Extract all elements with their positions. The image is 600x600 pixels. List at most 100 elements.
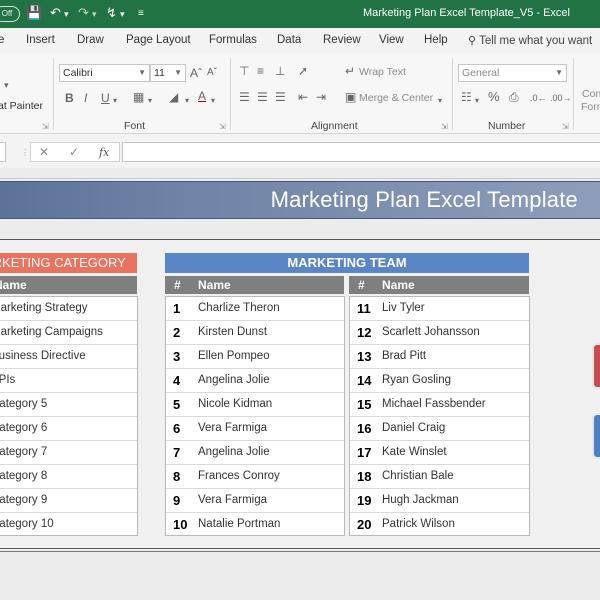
team-row[interactable]: 1 Charlize Theron [166, 297, 344, 321]
cancel-icon[interactable]: ✕ [39, 145, 49, 159]
increase-decimal-icon[interactable]: .0← [530, 91, 547, 105]
tell-me-search[interactable]: ⚲ Tell me what you want [468, 34, 592, 47]
number-format-select[interactable]: General ▼ [458, 64, 567, 82]
merge-dropdown-icon[interactable]: ▾ [438, 94, 442, 108]
insert-function-icon[interactable]: fx [99, 146, 109, 159]
bold-icon[interactable]: B [65, 91, 74, 105]
undo-icon[interactable]: ↶ [50, 5, 61, 21]
team-row[interactable]: 7 Angelina Jolie [166, 441, 344, 465]
team-row[interactable]: 9 Vera Farmiga [166, 489, 344, 513]
comma-style-icon[interactable]: ⎙ [509, 90, 519, 104]
team-row[interactable]: 6 Vera Farmiga [166, 417, 344, 441]
conditional-formatting-button[interactable]: Con [582, 88, 600, 100]
team-row[interactable]: 8 Frances Conroy [166, 465, 344, 489]
align-top-icon[interactable]: ⊤ [239, 64, 249, 78]
touch-mode-icon[interactable]: ↯ [106, 5, 117, 21]
category-row[interactable]: KPIs [0, 369, 137, 393]
team-row[interactable]: 3 Ellen Pompeo [166, 345, 344, 369]
font-name-select[interactable]: Calibri ▼ [59, 64, 150, 82]
team-row[interactable]: 10 Natalie Portman [166, 513, 344, 537]
alignment-launcher-icon[interactable]: ⇲ [441, 122, 448, 131]
tab-formulas[interactable]: Formulas [209, 34, 257, 46]
category-row[interactable]: Category 6 [0, 417, 137, 441]
tab-data[interactable]: Data [277, 34, 301, 46]
accounting-dropdown-icon[interactable]: ▾ [475, 94, 479, 108]
customize-toolbar-icon[interactable]: ≡ [138, 8, 144, 19]
align-right-icon[interactable]: ☰ [275, 90, 286, 104]
category-row[interactable]: Marketing Campaigns [0, 321, 137, 345]
tab-draw[interactable]: Draw [77, 34, 104, 46]
align-bottom-icon[interactable]: ⊥ [275, 64, 285, 78]
tab-view[interactable]: View [379, 34, 404, 46]
increase-font-icon[interactable]: Aˆ [190, 66, 202, 80]
font-launcher-icon[interactable]: ⇲ [219, 122, 226, 131]
tab-insert[interactable]: Insert [26, 34, 55, 46]
borders-dropdown-icon[interactable]: ▾ [148, 94, 152, 108]
team-row[interactable]: 13 Brad Pitt [350, 345, 529, 369]
percent-icon[interactable]: % [488, 90, 500, 104]
redo-dropdown-icon[interactable]: ▾ [92, 9, 97, 20]
tab-help[interactable]: Help [424, 34, 448, 46]
category-row[interactable]: Marketing Strategy [0, 297, 137, 321]
touch-mode-dropdown-icon[interactable]: ▾ [120, 9, 125, 20]
team-row[interactable]: 2 Kirsten Dunst [166, 321, 344, 345]
team-row[interactable]: 12 Scarlett Johansson [350, 321, 529, 345]
team-member-number: 18 [357, 469, 372, 484]
save-icon[interactable]: 💾 [26, 5, 42, 21]
align-middle-icon[interactable]: ≡ [257, 64, 264, 78]
tab-home[interactable]: e [0, 34, 4, 46]
font-size-select[interactable]: 11 ▼ [150, 64, 186, 82]
formula-input[interactable] [122, 142, 600, 162]
team-row[interactable]: 5 Nicole Kidman [166, 393, 344, 417]
font-color-icon[interactable]: A [198, 89, 206, 103]
increase-indent-icon[interactable]: ⇥ [316, 90, 326, 104]
category-row[interactable]: Category 10 [0, 513, 137, 537]
merge-center-button[interactable]: Merge & Center [359, 92, 433, 104]
tab-page-layout[interactable]: Page Layout [126, 34, 191, 46]
team-row[interactable]: 19 Hugh Jackman [350, 489, 529, 513]
wrap-text-icon[interactable]: ↵ [345, 64, 355, 78]
team-row[interactable]: 4 Angelina Jolie [166, 369, 344, 393]
merge-icon[interactable]: ▣ [345, 90, 356, 104]
navigation-tab-red[interactable] [592, 343, 600, 389]
wrap-text-button[interactable]: Wrap Text [359, 66, 406, 78]
team-row[interactable]: 17 Kate Winslet [350, 441, 529, 465]
autosave-toggle[interactable]: Off [0, 6, 20, 22]
decrease-font-icon[interactable]: Aˇ [207, 66, 217, 80]
accounting-format-icon[interactable]: ☷ [461, 90, 472, 104]
team-row[interactable]: 18 Christian Bale [350, 465, 529, 489]
name-box[interactable] [0, 142, 6, 162]
team-row[interactable]: 20 Patrick Wilson [350, 513, 529, 537]
fill-color-icon[interactable]: ◢ [169, 90, 178, 104]
team-row[interactable]: 16 Daniel Craig [350, 417, 529, 441]
orientation-icon[interactable]: ➚ [298, 64, 308, 78]
italic-icon[interactable]: I [84, 91, 87, 105]
redo-icon[interactable]: ↷ [78, 5, 89, 21]
undo-dropdown-icon[interactable]: ▾ [64, 9, 69, 20]
category-row[interactable]: Category 8 [0, 465, 137, 489]
font-color-dropdown-icon[interactable]: ▾ [211, 94, 215, 108]
underline-dropdown-icon[interactable]: ▾ [113, 94, 117, 108]
category-row[interactable]: Category 7 [0, 441, 137, 465]
category-row[interactable]: Category 9 [0, 489, 137, 513]
decrease-decimal-icon[interactable]: .00→ [550, 91, 572, 105]
category-row[interactable]: Business Directive [0, 345, 137, 369]
cut-dropdown-icon[interactable]: ▾ [4, 78, 9, 92]
navigation-tab-blue[interactable] [592, 413, 600, 459]
format-painter-button[interactable]: at Painter [0, 100, 43, 112]
number-launcher-icon[interactable]: ⇲ [562, 122, 569, 131]
underline-icon[interactable]: U [101, 91, 110, 105]
decrease-indent-icon[interactable]: ⇤ [298, 90, 308, 104]
team-row[interactable]: 15 Michael Fassbender [350, 393, 529, 417]
align-center-icon[interactable]: ☰ [257, 90, 268, 104]
ribbon: ▾ at Painter ⇲ Calibri ▼ 11 ▼ Aˆ Aˇ B I U … [0, 54, 600, 134]
team-row[interactable]: 11 Liv Tyler [350, 297, 529, 321]
fill-dropdown-icon[interactable]: ▾ [185, 94, 189, 108]
enter-icon[interactable]: ✓ [69, 145, 79, 159]
align-left-icon[interactable]: ☰ [239, 90, 250, 104]
borders-icon[interactable]: ▦ [133, 90, 144, 104]
team-row[interactable]: 14 Ryan Gosling [350, 369, 529, 393]
clipboard-launcher-icon[interactable]: ⇲ [42, 122, 49, 131]
category-row[interactable]: Category 5 [0, 393, 137, 417]
tab-review[interactable]: Review [323, 34, 361, 46]
